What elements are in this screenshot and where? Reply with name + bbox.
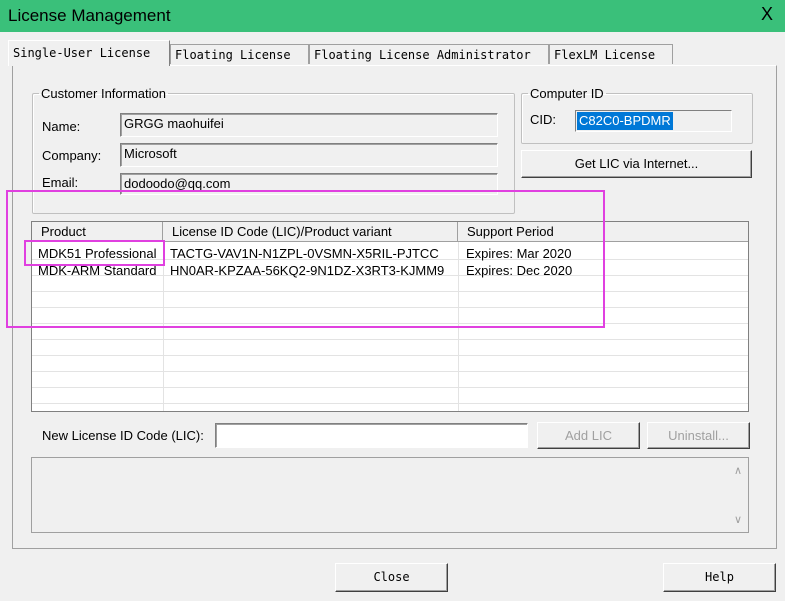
grid-line — [32, 291, 748, 292]
close-button[interactable]: Close — [335, 563, 448, 592]
column-header-support-period[interactable]: Support Period — [458, 222, 748, 242]
new-lic-input[interactable] — [215, 423, 528, 448]
tab-flexlm-license[interactable]: FlexLM License — [549, 44, 673, 64]
cid-field[interactable]: C82C0-BPDMR — [575, 110, 732, 132]
title-bar: License Management X — [0, 0, 785, 32]
cell-lic: HN0AR-KPZAA-56KQ2-9N1DZ-X3RT3-KJMM9 — [170, 263, 445, 278]
add-lic-button[interactable]: Add LIC — [537, 422, 640, 449]
license-list[interactable]: Product License ID Code (LIC)/Product va… — [31, 221, 749, 412]
grid-line — [32, 323, 748, 324]
window-title: License Management — [8, 6, 171, 25]
grid-line — [32, 371, 748, 372]
table-row[interactable]: MDK51 Professional TACTG-VAV1N-N1ZPL-0VS… — [32, 246, 748, 262]
name-label: Name: — [42, 119, 81, 134]
close-icon[interactable]: X — [761, 4, 773, 25]
column-header-product[interactable]: Product — [32, 222, 163, 242]
column-header-lic[interactable]: License ID Code (LIC)/Product variant — [163, 222, 458, 242]
cid-label: CID: — [530, 112, 556, 127]
customer-information-legend: Customer Information — [41, 86, 166, 101]
company-field[interactable]: Microsoft — [120, 143, 498, 167]
tab-floating-license[interactable]: Floating License — [170, 44, 309, 64]
get-lic-via-internet-button[interactable]: Get LIC via Internet... — [521, 150, 752, 178]
company-label: Company: — [42, 148, 102, 163]
computer-id-legend: Computer ID — [530, 86, 604, 101]
cell-support-period: Expires: Mar 2020 — [466, 246, 572, 261]
grid-line — [32, 387, 748, 388]
cell-product: MDK-ARM Standard — [38, 263, 157, 278]
name-field[interactable]: GRGG maohuifei — [120, 113, 498, 137]
grid-line — [32, 403, 748, 404]
email-label: Email: — [42, 175, 79, 190]
scroll-down-icon[interactable]: ∨ — [734, 513, 742, 526]
email-field[interactable]: dodoodo@qq.com — [120, 173, 498, 195]
table-row[interactable]: MDK-ARM Standard HN0AR-KPZAA-56KQ2-9N1DZ… — [32, 263, 748, 279]
cell-product: MDK51 Professional — [38, 246, 157, 261]
tab-single-user-license[interactable]: Single-User License — [8, 40, 170, 66]
tab-floating-license-administrator[interactable]: Floating License Administrator — [309, 44, 549, 64]
cell-lic: TACTG-VAV1N-N1ZPL-0VSMN-X5RIL-PJTCC — [170, 246, 439, 261]
list-header: Product License ID Code (LIC)/Product va… — [32, 222, 748, 242]
cid-value: C82C0-BPDMR — [577, 112, 673, 130]
grid-line — [32, 355, 748, 356]
cell-support-period: Expires: Dec 2020 — [466, 263, 573, 278]
help-button[interactable]: Help — [663, 563, 776, 592]
scroll-up-icon[interactable]: ∧ — [734, 464, 742, 477]
grid-line — [32, 307, 748, 308]
uninstall-button[interactable]: Uninstall... — [647, 422, 750, 449]
new-lic-label: New License ID Code (LIC): — [42, 428, 204, 443]
message-box[interactable]: ∧ ∨ — [31, 457, 749, 533]
grid-line — [32, 339, 748, 340]
